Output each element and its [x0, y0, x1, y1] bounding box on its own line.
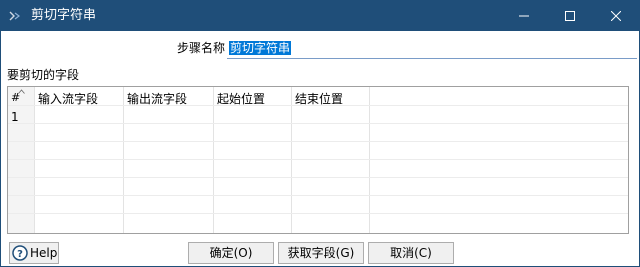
maximize-button[interactable]: [547, 1, 593, 31]
fields-table[interactable]: # 输入流字段 输出流字段 起始位置 结束位置 1: [7, 86, 629, 234]
row-divider: [8, 123, 628, 124]
row-divider: [8, 141, 628, 142]
step-name-label: 步骤名称: [177, 41, 226, 55]
column-divider: [213, 87, 214, 233]
row-divider: [8, 177, 628, 178]
row-divider: [8, 195, 628, 196]
row-header-column: [8, 87, 34, 233]
window-title: 剪切字符串: [31, 8, 97, 23]
minimize-icon: [519, 15, 529, 17]
title-bar[interactable]: 剪切字符串: [1, 1, 639, 31]
dialog-window: 剪切字符串 步骤名称 剪切字符串 要剪切的字段 # 输入流字段 输出流字段 起始…: [0, 0, 640, 267]
ok-button[interactable]: 确定(O): [188, 242, 274, 264]
step-name-input[interactable]: 剪切字符串: [227, 39, 637, 59]
table-row-index[interactable]: 1: [11, 110, 19, 124]
svg-text:?: ?: [17, 249, 23, 260]
column-header-output-field[interactable]: 输出流字段: [127, 92, 187, 106]
fields-section-label: 要剪切的字段: [7, 68, 80, 82]
get-fields-button[interactable]: 获取字段(G): [278, 242, 364, 264]
column-divider: [34, 87, 35, 233]
maximize-icon: [565, 11, 575, 21]
minimize-button[interactable]: [501, 1, 547, 31]
cancel-button[interactable]: 取消(C): [368, 242, 454, 264]
column-header-end-position[interactable]: 结束位置: [295, 92, 343, 106]
app-icon: [9, 11, 20, 21]
step-name-value: 剪切字符串: [229, 41, 292, 55]
help-icon: ?: [12, 245, 28, 261]
column-divider: [291, 87, 292, 233]
sort-caret-icon: [18, 89, 25, 94]
close-button[interactable]: [593, 1, 639, 31]
column-divider: [123, 87, 124, 233]
row-divider: [8, 159, 628, 160]
help-button[interactable]: ? Help: [9, 242, 59, 264]
close-icon: [611, 11, 621, 21]
help-label: Help: [30, 246, 58, 260]
column-divider: [369, 87, 370, 233]
column-header-start-position[interactable]: 起始位置: [217, 92, 265, 106]
row-divider: [8, 213, 628, 214]
column-header-input-field[interactable]: 输入流字段: [38, 92, 98, 106]
